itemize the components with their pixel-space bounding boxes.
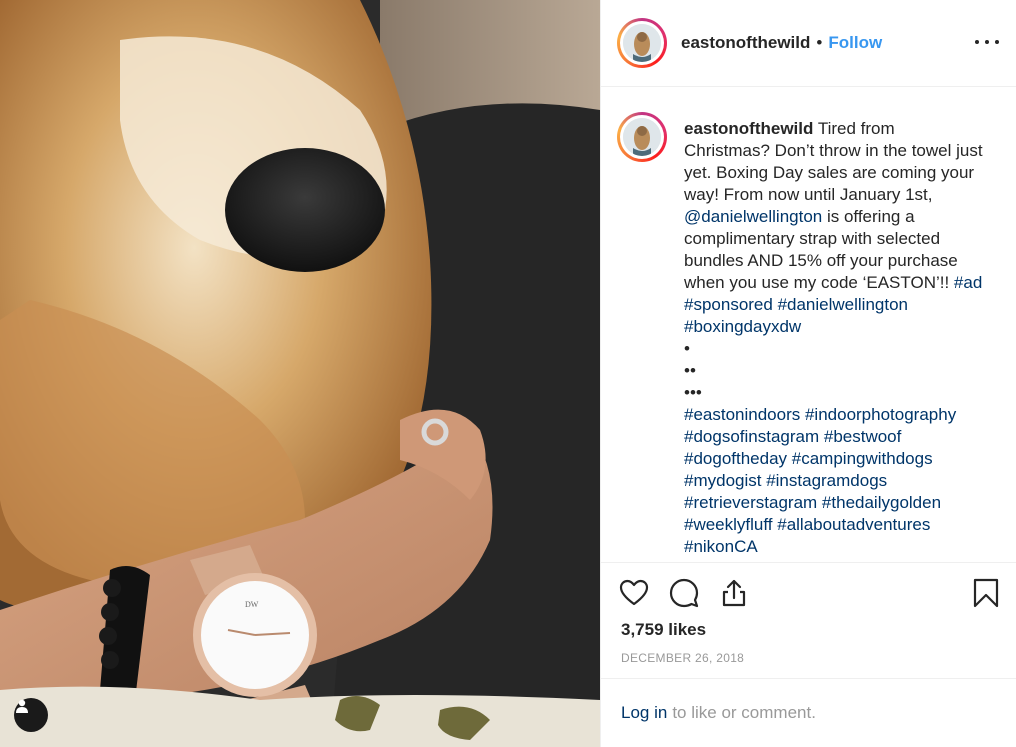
login-footer: Log in to like or comment. xyxy=(601,678,1016,747)
post-header: eastonofthewild • Follow xyxy=(601,0,1016,87)
caption-dots: • •• ••• xyxy=(684,339,702,402)
follow-button[interactable]: Follow xyxy=(828,33,882,53)
hashtags-2[interactable]: #eastonindoors #indoorphotography #dogso… xyxy=(684,405,961,556)
divider xyxy=(601,562,1016,563)
comment-icon[interactable] xyxy=(669,578,699,608)
login-link[interactable]: Log in xyxy=(621,703,667,723)
user-tag-button[interactable] xyxy=(14,698,48,732)
caption-text: eastonofthewild Tired from Christmas? Do… xyxy=(684,118,984,558)
likes-count[interactable]: 3,759 likes xyxy=(621,620,706,640)
svg-text:DW: DW xyxy=(245,600,259,609)
dog-photo-illustration: DW xyxy=(0,0,600,747)
heart-icon[interactable] xyxy=(619,578,649,608)
mention-link[interactable]: @danielwellington xyxy=(684,207,822,226)
more-options-icon[interactable] xyxy=(975,32,999,52)
login-prompt-text: to like or comment. xyxy=(672,703,816,722)
header-username[interactable]: eastonofthewild xyxy=(681,33,810,53)
header-separator: • xyxy=(816,33,823,52)
caption-avatar[interactable] xyxy=(617,112,667,162)
caption-area: eastonofthewild Tired from Christmas? Do… xyxy=(601,88,1016,562)
post-date: DECEMBER 26, 2018 xyxy=(621,651,745,665)
post-photo[interactable]: DW xyxy=(0,0,600,747)
person-icon xyxy=(16,699,28,713)
post-side-panel: eastonofthewild • Follow eastonofthewild… xyxy=(600,0,1016,747)
share-icon[interactable] xyxy=(719,578,749,608)
profile-avatar[interactable] xyxy=(617,18,667,68)
caption-username[interactable]: eastonofthewild xyxy=(684,119,813,138)
avatar-image xyxy=(623,24,661,62)
action-bar xyxy=(601,570,1016,616)
avatar-image xyxy=(623,118,661,156)
bookmark-icon[interactable] xyxy=(971,578,1001,608)
